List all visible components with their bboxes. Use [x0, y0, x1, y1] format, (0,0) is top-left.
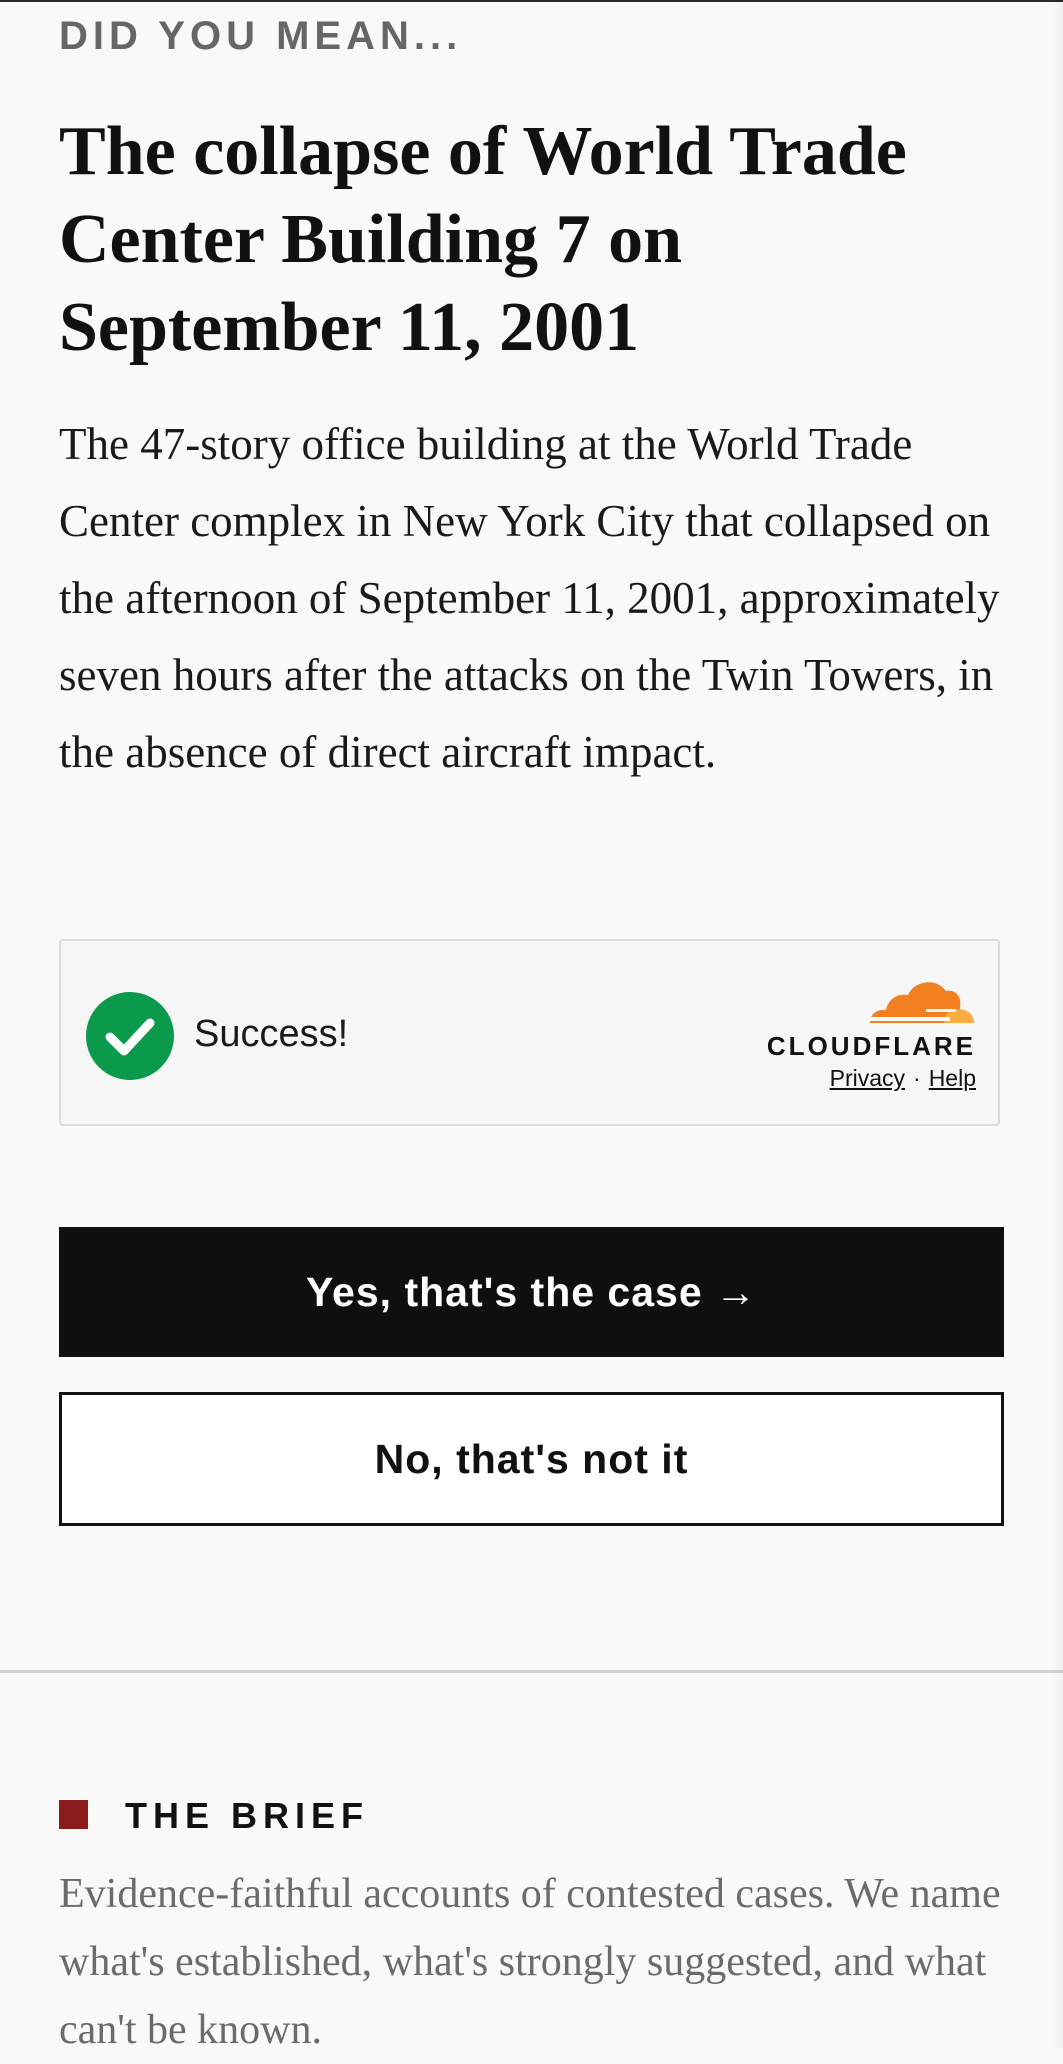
suggested-topic-title: The collapse of World Trade Center Build… — [59, 113, 907, 366]
privacy-link[interactable]: Privacy — [830, 1065, 905, 1091]
captcha-status: Success! — [194, 1013, 349, 1055]
reject-button[interactable]: No, that's not it — [59, 1392, 1004, 1526]
did-you-mean-label: DID YOU MEAN... — [59, 14, 463, 58]
brief-heading: THE BRIEF — [125, 1795, 370, 1836]
captcha-widget: Success! CLOUDFLARE Privacy · Help — [59, 939, 1000, 1126]
cloudflare-logo-icon — [868, 982, 974, 1023]
link-separator: · — [913, 1065, 921, 1091]
section-divider — [0, 1670, 1063, 1673]
right-edge-shade — [1053, 0, 1063, 2048]
confirm-button[interactable]: Yes, that's the case → — [59, 1227, 1004, 1357]
brief-description: Evidence-faithful accounts of contested … — [59, 1871, 1001, 2053]
captcha-links: Privacy · Help — [830, 1065, 976, 1092]
cloudflare-wordmark: CLOUDFLARE — [766, 1031, 976, 1061]
brief-accent-square — [59, 1800, 88, 1829]
help-link[interactable]: Help — [929, 1065, 976, 1091]
check-circle-icon — [86, 992, 174, 1080]
top-border — [0, 0, 1063, 2]
suggested-topic-description: The 47-story office building at the Worl… — [59, 419, 1000, 777]
